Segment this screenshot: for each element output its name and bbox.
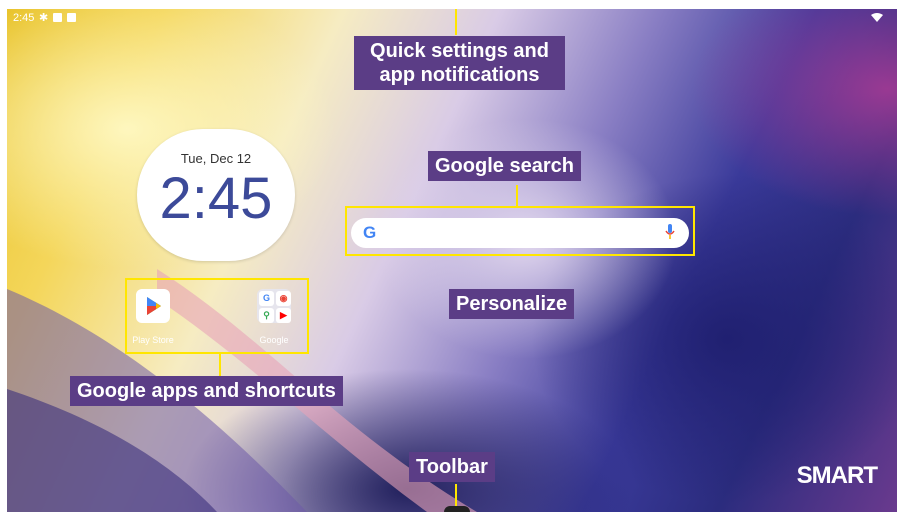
app-label: Play Store	[132, 335, 174, 345]
smart-logo: SMART	[796, 462, 878, 489]
maps-icon: ⚲	[259, 308, 274, 323]
app-google-folder[interactable]: G ◉ ⚲ ▶ Google	[250, 289, 298, 345]
personalize-annotation: Personalize	[449, 289, 575, 319]
settings-icon: ✱	[39, 12, 49, 24]
callout-line	[516, 185, 518, 206]
google-apps-annotation: Google apps and shortcuts	[70, 376, 343, 406]
google-icon: G	[259, 291, 274, 306]
clock-time: 2:45	[159, 166, 273, 231]
status-time: 2:45	[13, 12, 35, 24]
quick-settings-annotation: Quick settings and app notifications	[354, 36, 565, 90]
clock-date: Tue, Dec 12	[180, 151, 252, 166]
toolbar-handle[interactable]	[444, 506, 470, 512]
youtube-icon: ▶	[276, 308, 291, 323]
notification-icon	[53, 13, 62, 22]
notification-icon	[67, 13, 76, 22]
google-folder-icon: G ◉ ⚲ ▶	[257, 289, 291, 323]
play-store-icon	[136, 289, 170, 323]
status-bar[interactable]: 2:45 ✱	[7, 9, 897, 27]
wifi-icon	[871, 13, 883, 22]
google-search-annotation: Google search	[428, 151, 581, 181]
callout-line	[455, 484, 457, 506]
callout-line	[455, 9, 457, 35]
annotation-text: Quick settings and	[370, 40, 549, 62]
clock-widget[interactable]: Tue, Dec 12 2:45	[137, 129, 295, 261]
app-label: Google	[259, 335, 289, 345]
microphone-icon[interactable]	[665, 224, 675, 240]
callout-line	[219, 354, 221, 376]
google-g-icon: G	[363, 223, 377, 242]
annotation-text: app notifications	[379, 64, 540, 86]
google-search-bar[interactable]: G	[351, 218, 689, 248]
app-play-store[interactable]: Play Store	[127, 289, 179, 345]
chrome-icon: ◉	[276, 291, 291, 306]
toolbar-annotation: Toolbar	[409, 452, 495, 482]
home-screen: 2:45 ✱ Quick settings and app notificati…	[7, 9, 897, 512]
frame: 2:45 ✱ Quick settings and app notificati…	[0, 0, 897, 512]
